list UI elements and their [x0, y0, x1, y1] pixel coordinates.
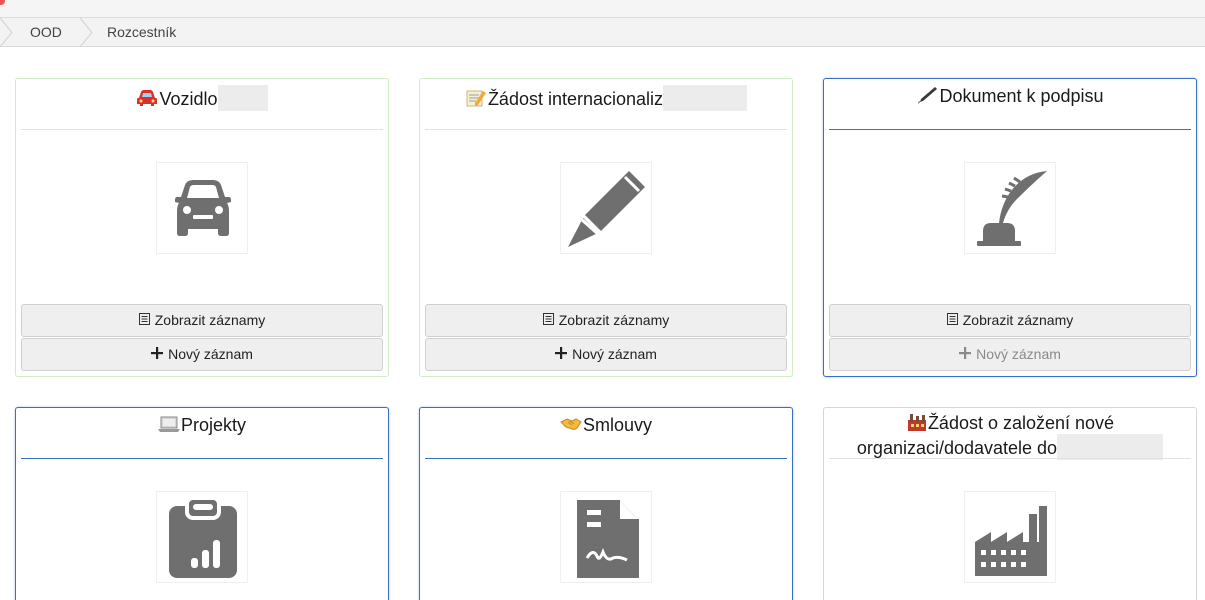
breadcrumb-item-ood[interactable]: OOD: [30, 18, 62, 47]
card-title-text: Dokument k podpisu: [939, 86, 1104, 106]
top-bar: [0, 0, 1205, 18]
plus-icon: [151, 339, 164, 370]
title-divider: [425, 129, 787, 130]
redacted-block: [663, 85, 748, 111]
memo-emoji-icon: [465, 89, 487, 107]
new-record-label: Nový záznam: [976, 346, 1061, 362]
card-smlouvy: Smlouvy: [419, 407, 793, 600]
title-divider: [21, 129, 383, 130]
card-vozidlo: Vozidlo Zobrazit záznamy Nový záznam: [15, 78, 389, 377]
card-title-text: Projekty: [180, 415, 247, 435]
view-records-button[interactable]: Zobrazit záznamy: [425, 304, 787, 337]
list-icon: [946, 305, 958, 336]
card-zadost-internacionalizace: Žádost internacionaliz Zobrazit záznamy …: [419, 78, 793, 377]
card-title: Dokument k podpisu: [824, 85, 1196, 107]
card-title: Žádost internacionaliz: [420, 85, 792, 111]
view-records-label: Zobrazit záznamy: [558, 312, 670, 328]
plus-icon: [959, 339, 972, 370]
new-record-button[interactable]: Nový záznam: [21, 338, 383, 371]
title-divider: [829, 458, 1191, 459]
quill-inkwell-icon: [964, 162, 1056, 254]
list-icon: [138, 305, 150, 336]
card-zadost-o-zalozeni: Žádost o založení nové organizaci/dodava…: [823, 407, 1197, 600]
card-title: Projekty: [16, 414, 388, 436]
laptop-emoji-icon: [157, 415, 180, 433]
card-title: Smlouvy: [420, 414, 792, 436]
new-record-label: Nový záznam: [572, 346, 657, 362]
fountain-pen-emoji-icon: [916, 86, 938, 104]
redacted-block: [217, 85, 268, 111]
breadcrumb-separator-icon: [0, 18, 14, 47]
view-records-label: Zobrazit záznamy: [962, 312, 1074, 328]
card-title-line2: organizaci/dodavatele do: [856, 438, 1058, 458]
card-title: Vozidlo: [16, 85, 388, 111]
card-title-text: Žádost internacionaliz: [487, 89, 664, 109]
window-dot: [0, 0, 5, 5]
factory-emoji-icon: [906, 413, 928, 431]
signed-document-icon: [560, 491, 652, 583]
title-divider: [829, 129, 1191, 130]
clipboard-chart-icon: [156, 491, 248, 583]
card-title-text: Vozidlo: [159, 89, 218, 109]
title-divider: [21, 458, 383, 459]
handshake-emoji-icon: [560, 415, 582, 433]
card-projekty: Projekty: [15, 407, 389, 600]
new-record-label: Nový záznam: [168, 346, 253, 362]
list-icon: [542, 305, 554, 336]
new-record-button[interactable]: Nový záznam: [425, 338, 787, 371]
redacted-block: [1057, 434, 1164, 460]
title-divider: [425, 458, 787, 459]
breadcrumb-item-rozcestnik: Rozcestník: [107, 24, 177, 40]
factory-icon: [964, 491, 1056, 583]
plus-icon: [555, 339, 568, 370]
breadcrumb-separator-icon: [80, 18, 94, 47]
view-records-button[interactable]: Zobrazit záznamy: [21, 304, 383, 337]
view-records-label: Zobrazit záznamy: [154, 312, 266, 328]
car-icon: [156, 162, 248, 254]
card-dokument-k-podpisu: Dokument k podpisu Zobrazit záznamy Nový…: [823, 78, 1197, 377]
car-emoji-icon: [136, 89, 158, 107]
new-record-button[interactable]: Nový záznam: [829, 338, 1191, 371]
card-title-line1: Žádost o založení nové: [927, 413, 1115, 433]
card-title-text: Smlouvy: [582, 415, 653, 435]
pencil-icon: [560, 162, 652, 254]
card-title: Žádost o založení nové organizaci/dodava…: [824, 412, 1196, 460]
view-records-button[interactable]: Zobrazit záznamy: [829, 304, 1191, 337]
breadcrumb: OOD Rozcestník: [0, 18, 1205, 47]
